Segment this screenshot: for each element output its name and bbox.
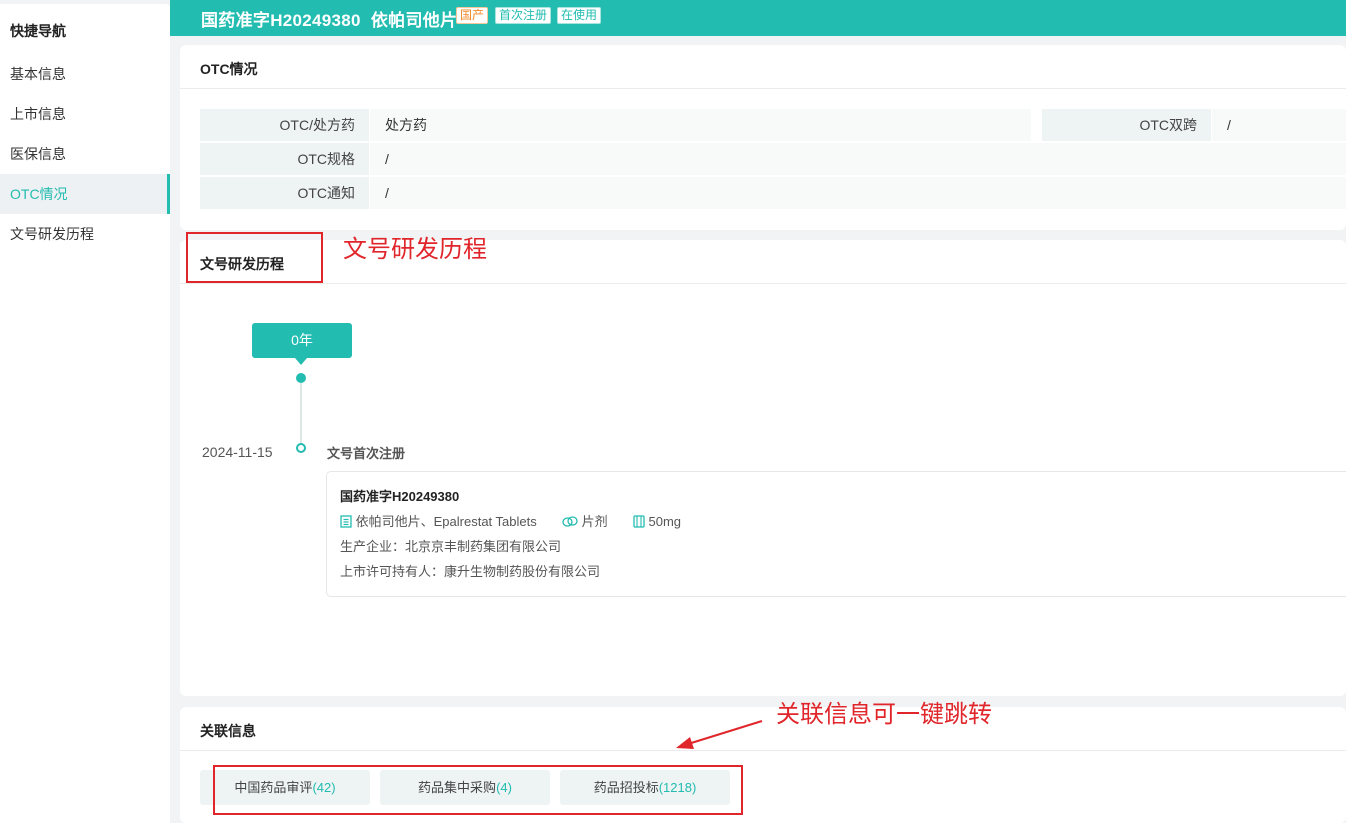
annotation-box-history [186,232,323,283]
timeline-start-dot [296,373,306,383]
otc-spec-label: OTC规格 [200,143,369,175]
timeline-event-dot [296,443,306,453]
detail-drug-name: 依帕司他片、Epalrestat Tablets [355,514,537,529]
sidebar-item-insurance-info[interactable]: 医保信息 [0,134,170,174]
sidebar-title: 快捷导航 [10,23,66,39]
otc-section-title: OTC情况 [200,61,258,77]
otc-spec-value: / [370,143,1346,175]
annotation-text-related: 关联信息可一键跳转 [776,701,992,728]
otc-dual-value: / [1212,109,1346,141]
sidebar-item-history[interactable]: 文号研发历程 [0,214,170,254]
detail-dosage-form: 片剂 [581,514,608,529]
sidebar-item-basic-info[interactable]: 基本信息 [0,54,170,94]
annotation-box-related [213,765,743,815]
annotation-text-history: 文号研发历程 [343,236,487,263]
detail-meta-row: 依帕司他片、Epalrestat Tablets 片剂 50mg [340,511,681,531]
timeline-year-badge: 0年 [252,323,352,358]
event-detail-card: 国药准字H20249380 依帕司他片、Epalrestat Tablets 片… [326,471,1346,597]
sidebar-item-otc[interactable]: OTC情况 [0,174,170,214]
sidebar-item-market-info[interactable]: 上市信息 [0,94,170,134]
detail-license-holder: 上市许可持有人：康升生物制药股份有限公司 [340,564,601,579]
annotation-arrow-icon [676,720,763,749]
tag-in-use: 在使用 [557,7,602,24]
tag-first-registration: 首次注册 [495,7,552,24]
otc-card-header: OTC情况 [180,45,1346,89]
year-badge-pointer [295,358,307,365]
drug-box-icon [340,515,352,531]
tag-domestic: 国产 [456,7,489,24]
pill-icon [562,515,578,531]
related-section-title: 关联信息 [200,723,256,739]
history-card: 文号研发历程 [180,240,1346,696]
drug-title: 国药准字H20249380 依帕司他片 [201,11,458,30]
quick-nav-sidebar: 快捷导航 基本信息 上市信息 医保信息 OTC情况 文号研发历程 [0,4,170,823]
detail-manufacturer: 生产企业：北京京丰制药集团有限公司 [340,539,562,554]
spec-icon [633,515,645,531]
otc-notice-label: OTC通知 [200,177,369,209]
timeline-date: 2024-11-15 [202,444,273,460]
otc-rx-label: OTC/处方药 [200,109,369,141]
timeline-event-title: 文号首次注册 [327,446,406,461]
timeline-line [300,383,302,443]
detail-approval-number[interactable]: 国药准字H20249380 [340,486,459,505]
detail-spec: 50mg [648,514,682,529]
drug-header-bar: 国药准字H20249380 依帕司他片 国产 首次注册 在使用 [170,0,1346,36]
otc-notice-value: / [370,177,1346,209]
otc-dual-label: OTC双跨 [1042,109,1211,141]
otc-rx-value: 处方药 [370,109,1031,141]
